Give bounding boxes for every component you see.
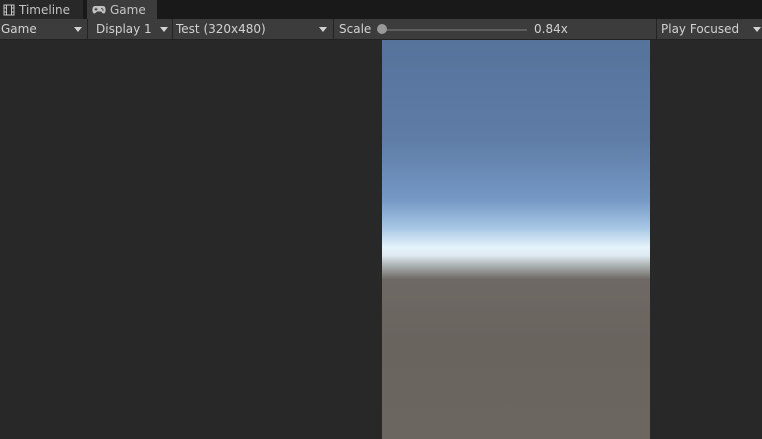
game-viewport[interactable] bbox=[0, 40, 762, 439]
game-render-canvas[interactable] bbox=[382, 40, 650, 439]
game-toolbar: Game Display 1 Test (320x480) Scale 0.84… bbox=[0, 19, 762, 40]
resolution-dropdown[interactable]: Test (320x480) bbox=[176, 19, 333, 39]
film-strip-icon bbox=[3, 4, 15, 16]
chevron-down-icon bbox=[753, 27, 761, 32]
chevron-down-icon bbox=[319, 27, 327, 32]
chevron-down-icon bbox=[160, 27, 168, 32]
display-dropdown[interactable]: Display 1 bbox=[96, 19, 172, 39]
tab-game-label: Game bbox=[110, 2, 146, 17]
game-window: Timeline Game Game Display 1 Test (320x4… bbox=[0, 0, 762, 439]
toolbar-divider bbox=[172, 19, 173, 39]
play-mode-dropdown[interactable]: Play Focused bbox=[661, 19, 762, 39]
display-label: Display 1 bbox=[96, 22, 152, 36]
view-mode-dropdown[interactable]: Game bbox=[1, 19, 86, 39]
scale-label: Scale bbox=[339, 22, 372, 36]
tab-timeline-label: Timeline bbox=[19, 2, 71, 17]
tab-bar: Timeline Game bbox=[0, 0, 762, 19]
scale-slider-thumb[interactable] bbox=[377, 24, 387, 34]
toolbar-divider bbox=[333, 19, 334, 39]
resolution-label: Test (320x480) bbox=[176, 22, 266, 36]
toolbar-divider bbox=[87, 19, 88, 39]
gamepad-icon bbox=[92, 5, 106, 15]
scale-value: 0.84x bbox=[534, 22, 568, 36]
chevron-down-icon bbox=[74, 27, 82, 32]
view-mode-label: Game bbox=[1, 22, 37, 36]
scale-slider-track[interactable] bbox=[380, 29, 527, 31]
toolbar-divider bbox=[656, 19, 657, 39]
tab-game[interactable]: Game bbox=[87, 0, 157, 19]
tab-timeline[interactable]: Timeline bbox=[0, 0, 83, 19]
play-mode-label: Play Focused bbox=[661, 22, 740, 36]
